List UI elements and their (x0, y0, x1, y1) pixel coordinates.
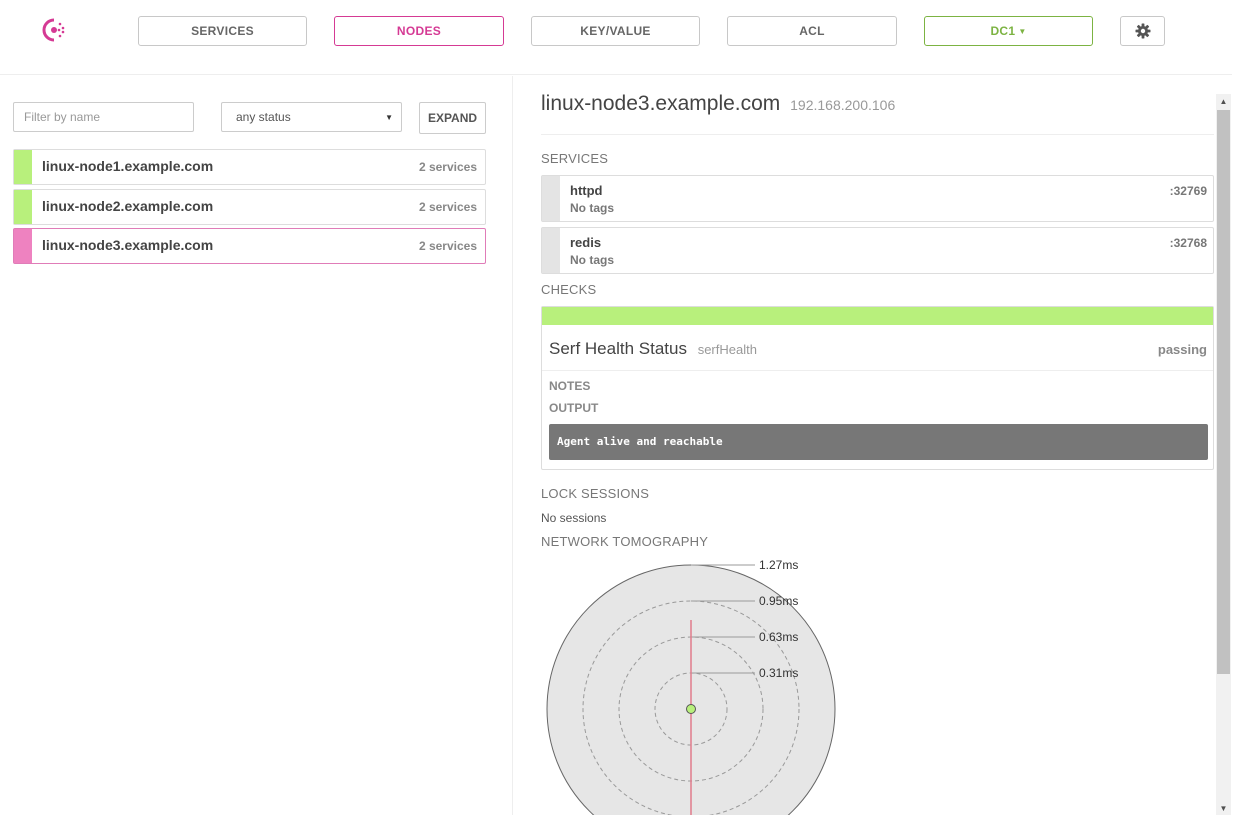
notes-label: NOTES (549, 379, 591, 393)
expand-button[interactable]: EXPAND (419, 102, 486, 134)
nav-acl-button[interactable]: ACL (727, 16, 897, 46)
node-status-bar (14, 229, 32, 263)
output-label: OUTPUT (549, 401, 599, 415)
check-output: Agent alive and reachable (549, 424, 1208, 460)
node-service-count: 2 services (418, 160, 477, 174)
check-name: Serf Health Status (549, 339, 687, 358)
top-navigation: SERVICES NODES KEY/VALUE ACL DC1 ▼ (0, 0, 1232, 75)
status-filter-select[interactable]: any status ▼ (221, 102, 402, 132)
service-item[interactable]: httpd No tags :32769 (541, 175, 1214, 222)
node-status-bar (14, 190, 32, 224)
detail-scrollbar[interactable]: ▲ ▼ (1216, 94, 1231, 815)
checks-heading: CHECKS (541, 282, 597, 297)
ring-label: 0.31ms (759, 666, 798, 680)
service-status-bar (542, 176, 560, 221)
node-list-item-selected[interactable]: linux-node3.example.com 2 services (13, 228, 486, 264)
service-port: :32769 (1169, 184, 1207, 198)
check-status-bar (542, 307, 1213, 325)
service-item[interactable]: redis No tags :32768 (541, 227, 1214, 274)
scrollbar-thumb[interactable] (1217, 110, 1230, 674)
node-name: linux-node2.example.com (42, 198, 214, 214)
scroll-down-icon[interactable]: ▼ (1216, 801, 1231, 815)
network-tomography-heading: NETWORK TOMOGRAPHY (541, 534, 709, 549)
node-service-count: 2 services (418, 239, 477, 253)
node-list-pane: any status ▼ EXPAND linux-node1.example.… (0, 76, 513, 815)
check-id: serfHealth (697, 342, 757, 357)
service-name: redis (570, 235, 602, 250)
service-status-bar (542, 228, 560, 273)
node-name: linux-node1.example.com (42, 158, 214, 174)
filter-by-name-input[interactable] (13, 102, 194, 132)
select-arrow-icon: ▼ (385, 113, 393, 122)
services-heading: SERVICES (541, 151, 609, 166)
lock-sessions-heading: LOCK SESSIONS (541, 486, 650, 501)
nav-nodes-button[interactable]: NODES (334, 16, 504, 46)
check-title: Serf Health Status serfHealth (549, 339, 757, 359)
health-check-card: Serf Health Status serfHealth passing NO… (541, 306, 1214, 470)
node-detail-title: linux-node3.example.com 192.168.200.106 (541, 92, 895, 116)
node-service-count: 2 services (418, 200, 477, 214)
nav-services-button[interactable]: SERVICES (138, 16, 307, 46)
nav-keyvalue-button[interactable]: KEY/VALUE (531, 16, 700, 46)
divider (542, 370, 1213, 371)
gear-icon (1135, 23, 1150, 39)
node-list-item[interactable]: linux-node1.example.com 2 services (13, 149, 486, 185)
status-filter-value: any status (236, 110, 291, 124)
datacenter-dropdown[interactable]: DC1 ▼ (924, 16, 1093, 46)
datacenter-label: DC1 (990, 24, 1016, 38)
check-status: passing (1157, 342, 1207, 357)
consul-logo-icon[interactable] (40, 16, 68, 44)
service-tags: No tags (570, 201, 615, 215)
ring-label: 0.95ms (759, 594, 798, 608)
node-status-bar (14, 150, 32, 184)
settings-button[interactable] (1120, 16, 1165, 46)
tomography-node-point[interactable] (686, 704, 696, 714)
ring-label: 0.63ms (759, 630, 798, 644)
service-name: httpd (570, 183, 603, 198)
service-port: :32768 (1169, 236, 1207, 250)
network-tomography-chart: 1.27ms 0.95ms 0.63ms 0.31ms (546, 558, 836, 815)
node-detail-name: linux-node3.example.com (541, 92, 781, 115)
node-address: 192.168.200.106 (790, 97, 896, 113)
scroll-up-icon[interactable]: ▲ (1216, 94, 1231, 108)
node-name: linux-node3.example.com (42, 237, 214, 253)
divider (541, 134, 1214, 135)
caret-down-icon: ▼ (1018, 26, 1027, 36)
service-tags: No tags (570, 253, 615, 267)
no-sessions-text: No sessions (541, 511, 607, 525)
ring-label: 1.27ms (759, 558, 798, 572)
node-detail-pane: linux-node3.example.com 192.168.200.106 … (514, 76, 1214, 815)
node-list-item[interactable]: linux-node2.example.com 2 services (13, 189, 486, 225)
